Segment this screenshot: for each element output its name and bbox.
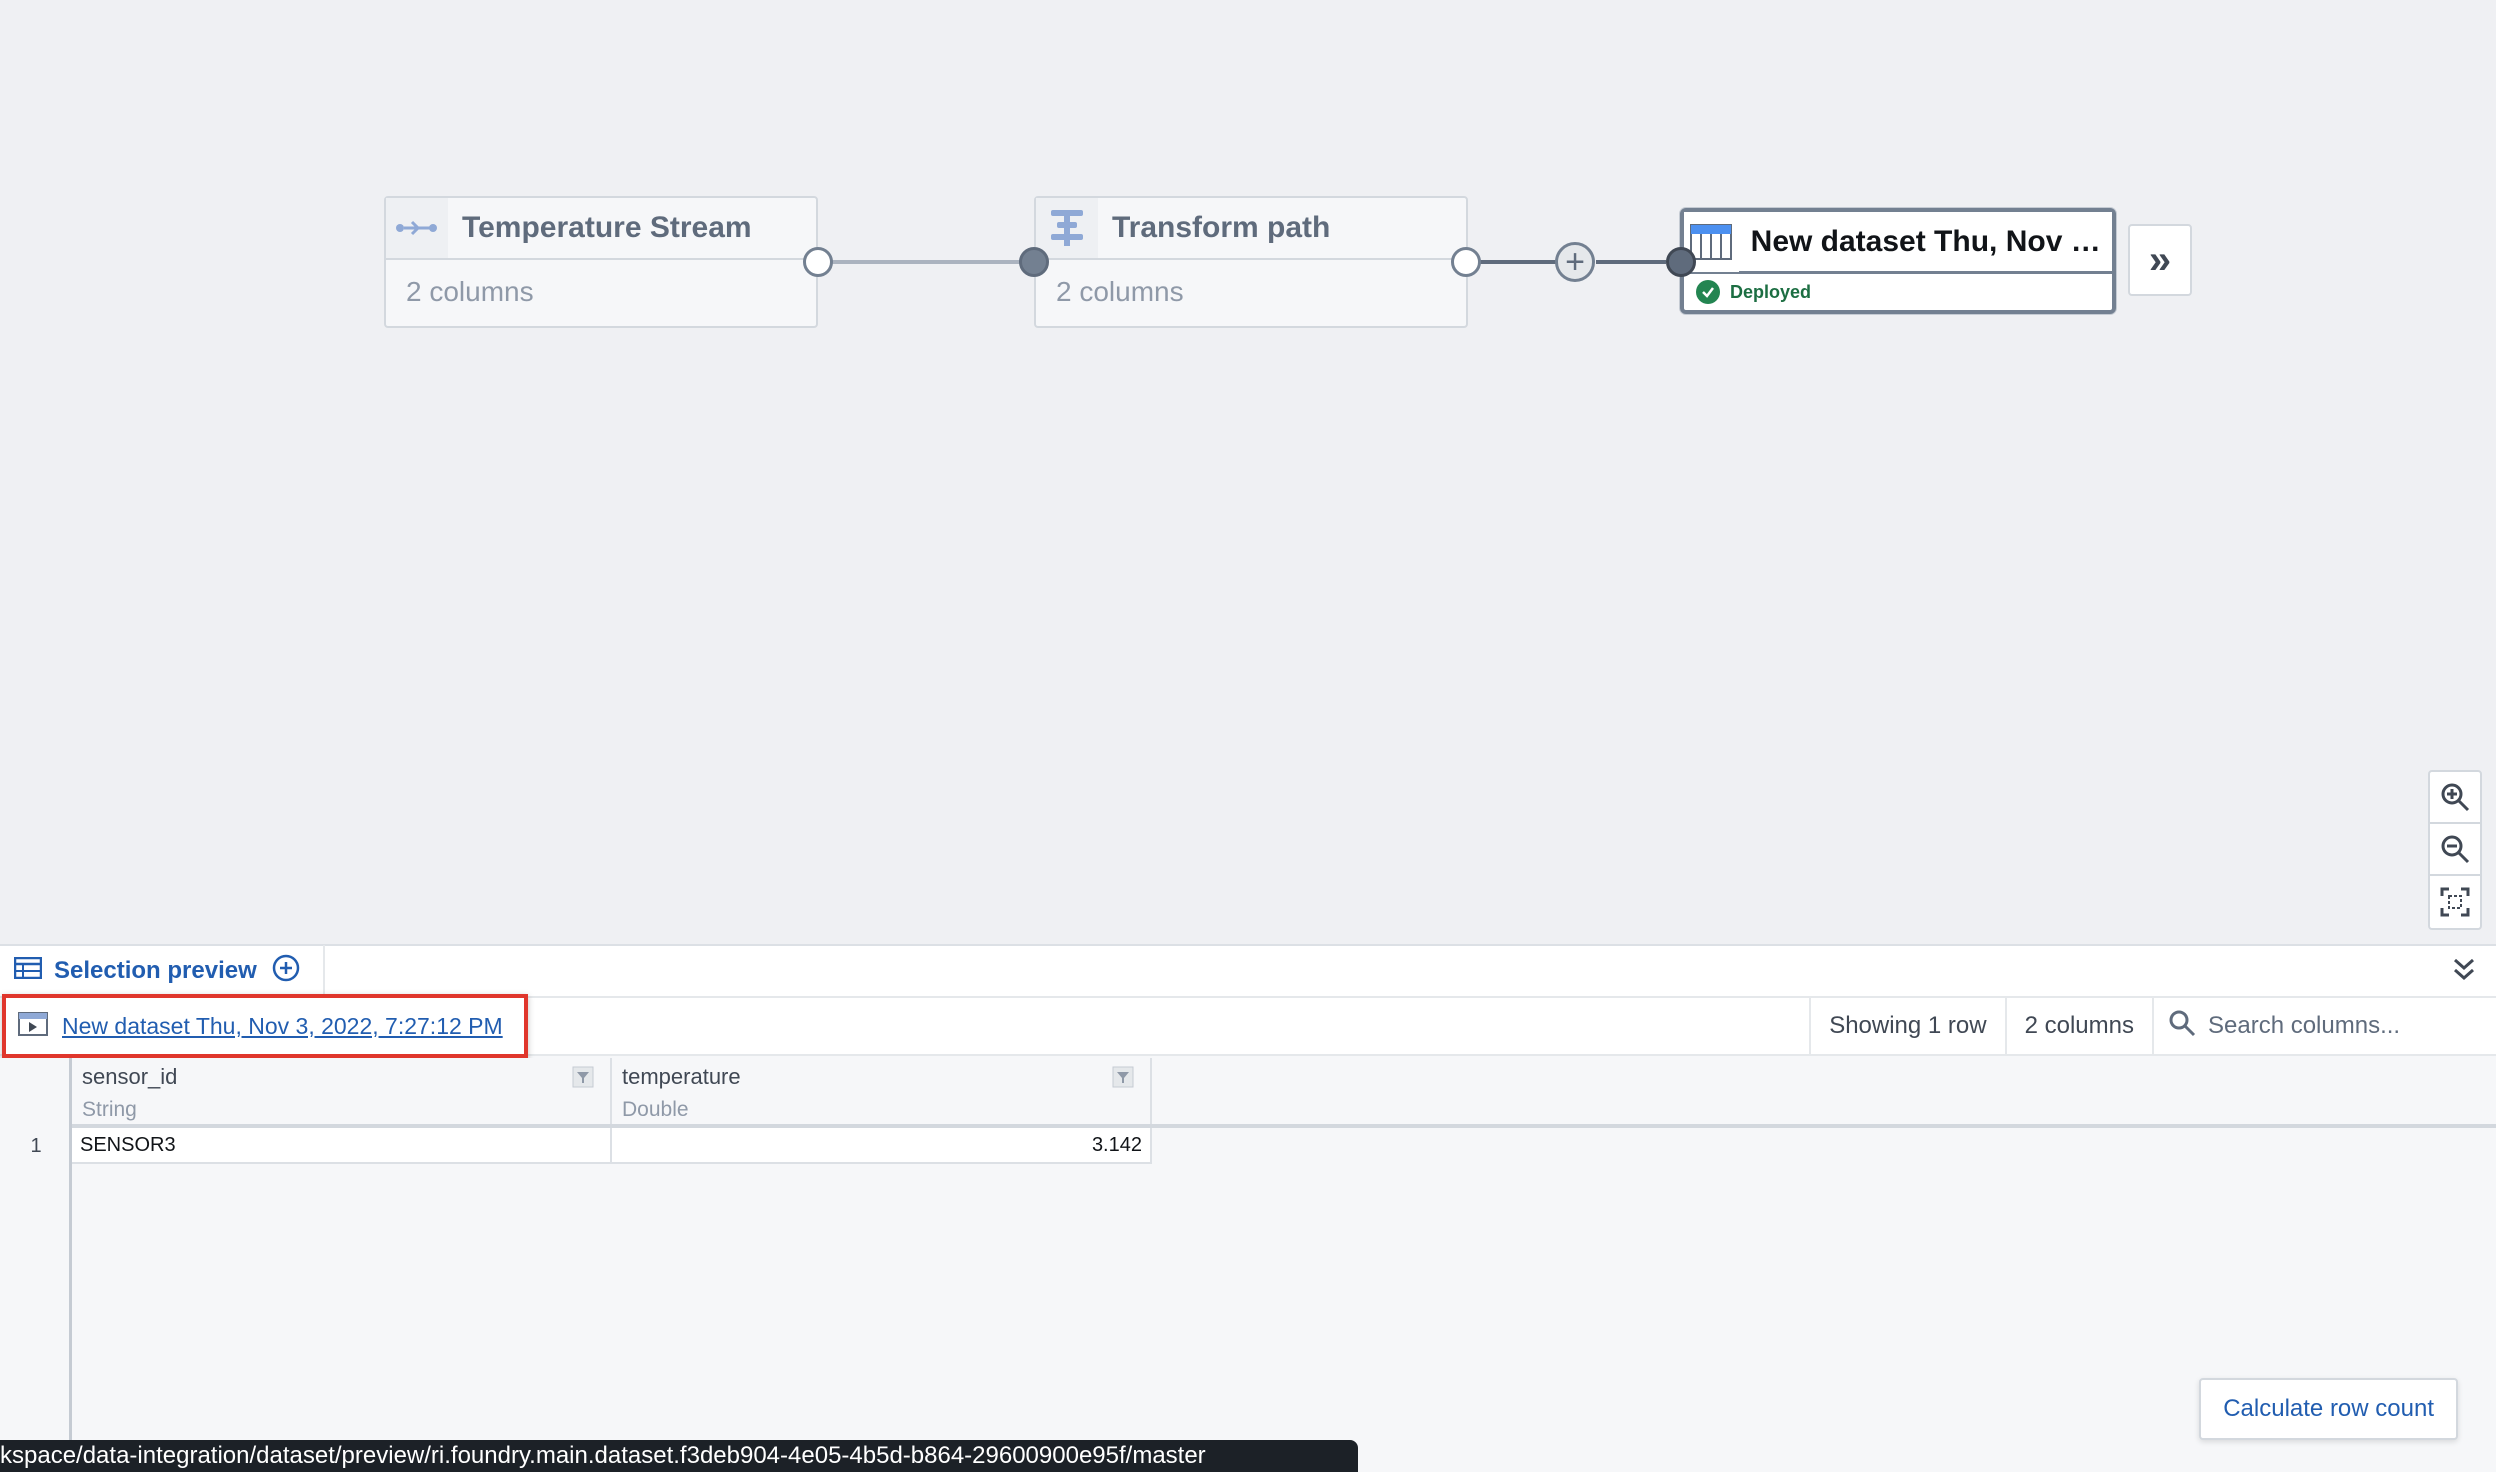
column-type: String	[82, 1098, 137, 1121]
transform-icon	[1036, 198, 1098, 258]
cell-temperature[interactable]: 3.142	[612, 1128, 1152, 1164]
pipeline-graph-canvas[interactable]: Temperature Stream 2 columns Transform p…	[0, 0, 2496, 944]
plus-icon[interactable]: +	[1555, 242, 1595, 282]
search-icon	[2168, 1009, 2196, 1044]
search-columns	[2152, 998, 2496, 1054]
preview-panel: Selection preview New dataset Thu, Nov 3…	[0, 944, 2496, 1472]
node-column-count: 2 columns	[1056, 276, 1184, 307]
data-grid: sensor_id String temperature Double 1 SE…	[0, 1058, 2496, 1472]
filter-icon[interactable]	[1112, 1066, 1134, 1093]
dataset-link-highlight: New dataset Thu, Nov 3, 2022, 7:27:12 PM	[2, 994, 528, 1058]
column-count-button[interactable]: 2 columns	[2004, 998, 2152, 1054]
double-chevron-right-icon[interactable]: »	[2128, 224, 2192, 296]
table-row[interactable]: 1 SENSOR3 3.142	[0, 1128, 1152, 1164]
tab-label: Selection preview	[54, 957, 257, 984]
url-text: rkspace/data-integration/dataset/preview…	[0, 1442, 1206, 1469]
column-name: sensor_id	[82, 1064, 178, 1089]
check-circle-icon	[1696, 280, 1720, 304]
node-title: New dataset Thu, Nov 3, …	[1750, 224, 2112, 258]
status-bar-url: rkspace/data-integration/dataset/preview…	[0, 1440, 1358, 1472]
dataset-link[interactable]: New dataset Thu, Nov 3, 2022, 7:27:12 PM	[62, 1013, 503, 1040]
collapse-chevron-icon[interactable]	[2452, 956, 2476, 989]
node-column-count: 2 columns	[406, 276, 534, 307]
zoom-controls	[2428, 770, 2482, 930]
cell-sensor-id[interactable]: SENSOR3	[72, 1128, 612, 1164]
dataset-icon	[18, 1011, 48, 1041]
node-title: Transform path	[1112, 211, 1331, 244]
column-header-temperature[interactable]: temperature Double	[612, 1058, 1152, 1124]
panel-tab-bar: Selection preview	[0, 945, 2496, 998]
calculate-row-count-button[interactable]: Calculate row count	[2199, 1378, 2458, 1440]
tab-selection-preview[interactable]: Selection preview	[0, 945, 325, 997]
fit-to-screen-icon[interactable]	[2430, 876, 2480, 928]
node-output-dataset[interactable]: New dataset Thu, Nov 3, … Deployed	[1680, 208, 2116, 314]
preview-toolbar: New dataset Thu, Nov 3, 2022, 7:27:12 PM…	[0, 994, 2496, 1058]
input-port[interactable]	[1666, 247, 1696, 277]
zoom-out-icon[interactable]	[2430, 824, 2480, 876]
search-input[interactable]	[2208, 1012, 2488, 1040]
column-name: temperature	[622, 1064, 741, 1089]
node-temperature-stream[interactable]: Temperature Stream 2 columns	[384, 196, 818, 328]
column-header-sensor-id[interactable]: sensor_id String	[72, 1058, 612, 1124]
row-number: 1	[30, 1134, 42, 1157]
output-port[interactable]	[803, 247, 833, 277]
stream-icon	[386, 198, 448, 258]
input-port[interactable]	[1019, 247, 1049, 277]
zoom-in-icon[interactable]	[2430, 772, 2480, 824]
node-title: Temperature Stream	[462, 211, 752, 244]
add-circle-icon[interactable]	[271, 953, 301, 990]
output-port[interactable]	[1451, 247, 1481, 277]
row-count-label: Showing 1 row	[1809, 998, 2004, 1054]
status-badge: Deployed	[1684, 274, 2112, 310]
filter-icon[interactable]	[572, 1066, 594, 1093]
graph-edges	[832, 260, 1666, 264]
row-number-gutter	[0, 1058, 72, 1472]
node-transform-path[interactable]: Transform path 2 columns	[1034, 196, 1468, 328]
toolbar-right: Showing 1 row 2 columns	[1809, 998, 2496, 1054]
grid-header: sensor_id String temperature Double	[72, 1058, 2496, 1128]
column-type: Double	[622, 1098, 689, 1121]
table-icon	[13, 956, 43, 986]
status-label: Deployed	[1730, 281, 1812, 302]
